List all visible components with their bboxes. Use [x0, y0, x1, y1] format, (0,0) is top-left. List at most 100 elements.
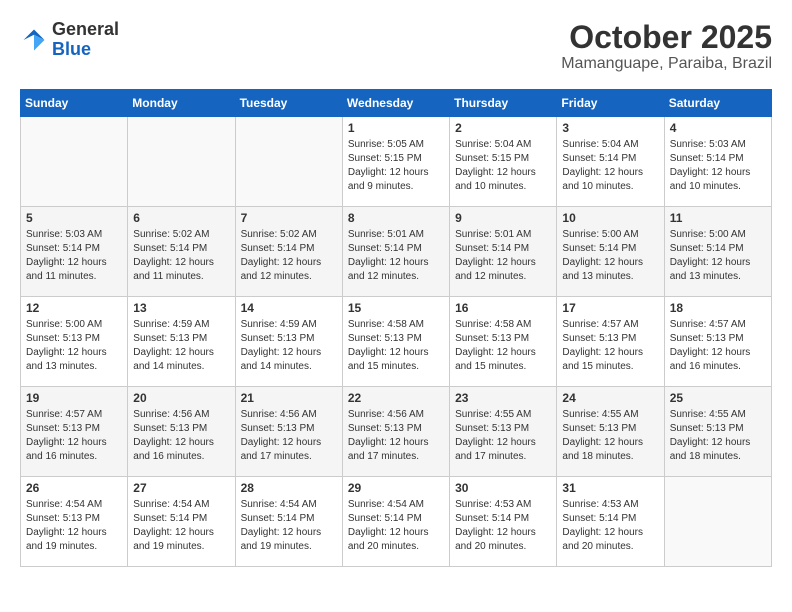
day-info: Sunrise: 5:03 AM Sunset: 5:14 PM Dayligh… — [670, 138, 766, 194]
calendar-cell: 25Sunrise: 4:55 AM Sunset: 5:13 PM Dayli… — [664, 387, 771, 477]
day-info: Sunrise: 4:57 AM Sunset: 5:13 PM Dayligh… — [26, 408, 122, 464]
calendar-cell: 8Sunrise: 5:01 AM Sunset: 5:14 PM Daylig… — [342, 207, 449, 297]
calendar-week-3: 12 Sunrise: 5:00 AM Sunset: 5:13 PM Dayli… — [21, 297, 772, 387]
calendar-cell: 17 Sunrise: 4:57 AM Sunset: 5:13 PM Dayli… — [557, 297, 664, 387]
day-info: Sunrise: 4:54 AM Sunset: 5:14 PM Dayligh… — [348, 498, 444, 554]
day-info: Sunrise: 4:53 AM Sunset: 5:14 PM Dayligh… — [562, 498, 658, 554]
day-number: 20 — [133, 391, 229, 405]
day-number: 12 — [26, 301, 122, 315]
calendar-week-4: 19 Sunrise: 4:57 AM Sunset: 5:13 PM Dayli… — [21, 387, 772, 477]
calendar-cell: 28Sunrise: 4:54 AM Sunset: 5:14 PM Dayli… — [235, 477, 342, 567]
weekday-header-sunday: Sunday — [21, 90, 128, 117]
day-number: 9 — [455, 211, 551, 225]
calendar-cell: 9 Sunrise: 5:01 AM Sunset: 5:14 PM Daylig… — [450, 207, 557, 297]
month-title: October 2025 — [561, 20, 772, 55]
weekday-header-monday: Monday — [128, 90, 235, 117]
calendar-cell: 27 Sunrise: 4:54 AM Sunset: 5:14 PM Dayli… — [128, 477, 235, 567]
weekday-header-wednesday: Wednesday — [342, 90, 449, 117]
calendar-cell: 5Sunrise: 5:03 AM Sunset: 5:14 PM Daylig… — [21, 207, 128, 297]
calendar-cell: 11 Sunrise: 5:00 AM Sunset: 5:14 PM Dayli… — [664, 207, 771, 297]
day-number: 18 — [670, 301, 766, 315]
day-info: Sunrise: 4:58 AM Sunset: 5:13 PM Dayligh… — [455, 318, 551, 374]
weekday-header-tuesday: Tuesday — [235, 90, 342, 117]
calendar-cell: 18 Sunrise: 4:57 AM Sunset: 5:13 PM Dayli… — [664, 297, 771, 387]
calendar-cell: 12 Sunrise: 5:00 AM Sunset: 5:13 PM Dayli… — [21, 297, 128, 387]
calendar-cell: 1Sunrise: 5:05 AM Sunset: 5:15 PM Daylig… — [342, 117, 449, 207]
day-number: 2 — [455, 121, 551, 135]
day-number: 30 — [455, 481, 551, 495]
day-number: 8 — [348, 211, 444, 225]
calendar-cell: 2Sunrise: 5:04 AM Sunset: 5:15 PM Daylig… — [450, 117, 557, 207]
day-info: Sunrise: 5:00 AM Sunset: 5:13 PM Dayligh… — [26, 318, 122, 374]
day-info: Sunrise: 4:54 AM Sunset: 5:14 PM Dayligh… — [133, 498, 229, 554]
day-info: Sunrise: 5:00 AM Sunset: 5:14 PM Dayligh… — [562, 228, 658, 284]
calendar-cell: 16 Sunrise: 4:58 AM Sunset: 5:13 PM Dayli… — [450, 297, 557, 387]
calendar-cell: 24Sunrise: 4:55 AM Sunset: 5:13 PM Dayli… — [557, 387, 664, 477]
weekday-header-saturday: Saturday — [664, 90, 771, 117]
day-number: 16 — [455, 301, 551, 315]
day-info: Sunrise: 4:55 AM Sunset: 5:13 PM Dayligh… — [455, 408, 551, 464]
day-number: 11 — [670, 211, 766, 225]
day-info: Sunrise: 4:58 AM Sunset: 5:13 PM Dayligh… — [348, 318, 444, 374]
day-number: 29 — [348, 481, 444, 495]
calendar-cell: 10 Sunrise: 5:00 AM Sunset: 5:14 PM Dayli… — [557, 207, 664, 297]
calendar-cell — [235, 117, 342, 207]
calendar-cell: 31 Sunrise: 4:53 AM Sunset: 5:14 PM Dayli… — [557, 477, 664, 567]
day-number: 22 — [348, 391, 444, 405]
day-number: 7 — [241, 211, 337, 225]
calendar-cell: 13Sunrise: 4:59 AM Sunset: 5:13 PM Dayli… — [128, 297, 235, 387]
page-header: General Blue October 2025 Mamanguape, Pa… — [20, 20, 772, 73]
calendar-cell — [128, 117, 235, 207]
day-number: 31 — [562, 481, 658, 495]
calendar-cell: 22 Sunrise: 4:56 AM Sunset: 5:13 PM Dayli… — [342, 387, 449, 477]
calendar-cell: 7 Sunrise: 5:02 AM Sunset: 5:14 PM Daylig… — [235, 207, 342, 297]
day-number: 4 — [670, 121, 766, 135]
calendar-week-5: 26 Sunrise: 4:54 AM Sunset: 5:13 PM Dayli… — [21, 477, 772, 567]
day-info: Sunrise: 5:02 AM Sunset: 5:14 PM Dayligh… — [133, 228, 229, 284]
day-number: 21 — [241, 391, 337, 405]
day-number: 19 — [26, 391, 122, 405]
day-info: Sunrise: 4:56 AM Sunset: 5:13 PM Dayligh… — [241, 408, 337, 464]
calendar-cell: 19 Sunrise: 4:57 AM Sunset: 5:13 PM Dayli… — [21, 387, 128, 477]
day-info: Sunrise: 4:53 AM Sunset: 5:14 PM Dayligh… — [455, 498, 551, 554]
day-info: Sunrise: 4:55 AM Sunset: 5:13 PM Dayligh… — [670, 408, 766, 464]
calendar-week-2: 5Sunrise: 5:03 AM Sunset: 5:14 PM Daylig… — [21, 207, 772, 297]
calendar-table: SundayMondayTuesdayWednesdayThursdayFrid… — [20, 89, 772, 567]
logo: General Blue — [20, 20, 119, 60]
day-number: 17 — [562, 301, 658, 315]
day-number: 23 — [455, 391, 551, 405]
calendar-cell — [21, 117, 128, 207]
day-info: Sunrise: 5:01 AM Sunset: 5:14 PM Dayligh… — [455, 228, 551, 284]
calendar-cell: 15Sunrise: 4:58 AM Sunset: 5:13 PM Dayli… — [342, 297, 449, 387]
calendar-cell: 21 Sunrise: 4:56 AM Sunset: 5:13 PM Dayli… — [235, 387, 342, 477]
day-info: Sunrise: 5:04 AM Sunset: 5:14 PM Dayligh… — [562, 138, 658, 194]
day-number: 24 — [562, 391, 658, 405]
location-subtitle: Mamanguape, Paraiba, Brazil — [561, 55, 772, 73]
calendar-cell — [664, 477, 771, 567]
day-info: Sunrise: 4:54 AM Sunset: 5:13 PM Dayligh… — [26, 498, 122, 554]
weekday-header-thursday: Thursday — [450, 90, 557, 117]
calendar-cell: 30 Sunrise: 4:53 AM Sunset: 5:14 PM Dayli… — [450, 477, 557, 567]
day-info: Sunrise: 4:57 AM Sunset: 5:13 PM Dayligh… — [670, 318, 766, 374]
day-number: 1 — [348, 121, 444, 135]
day-info: Sunrise: 4:54 AM Sunset: 5:14 PM Dayligh… — [241, 498, 337, 554]
day-info: Sunrise: 4:59 AM Sunset: 5:13 PM Dayligh… — [133, 318, 229, 374]
calendar-week-1: 1Sunrise: 5:05 AM Sunset: 5:15 PM Daylig… — [21, 117, 772, 207]
day-info: Sunrise: 5:02 AM Sunset: 5:14 PM Dayligh… — [241, 228, 337, 284]
logo-blue-text: Blue — [52, 39, 91, 59]
day-info: Sunrise: 5:00 AM Sunset: 5:14 PM Dayligh… — [670, 228, 766, 284]
day-number: 27 — [133, 481, 229, 495]
day-number: 10 — [562, 211, 658, 225]
day-number: 6 — [133, 211, 229, 225]
logo-icon — [20, 26, 48, 54]
day-info: Sunrise: 4:59 AM Sunset: 5:13 PM Dayligh… — [241, 318, 337, 374]
calendar-cell: 4 Sunrise: 5:03 AM Sunset: 5:14 PM Daylig… — [664, 117, 771, 207]
day-info: Sunrise: 5:03 AM Sunset: 5:14 PM Dayligh… — [26, 228, 122, 284]
day-number: 26 — [26, 481, 122, 495]
calendar-cell: 29 Sunrise: 4:54 AM Sunset: 5:14 PM Dayli… — [342, 477, 449, 567]
day-info: Sunrise: 4:56 AM Sunset: 5:13 PM Dayligh… — [348, 408, 444, 464]
calendar-cell: 26 Sunrise: 4:54 AM Sunset: 5:13 PM Dayli… — [21, 477, 128, 567]
weekday-header-friday: Friday — [557, 90, 664, 117]
day-info: Sunrise: 4:56 AM Sunset: 5:13 PM Dayligh… — [133, 408, 229, 464]
day-info: Sunrise: 4:57 AM Sunset: 5:13 PM Dayligh… — [562, 318, 658, 374]
